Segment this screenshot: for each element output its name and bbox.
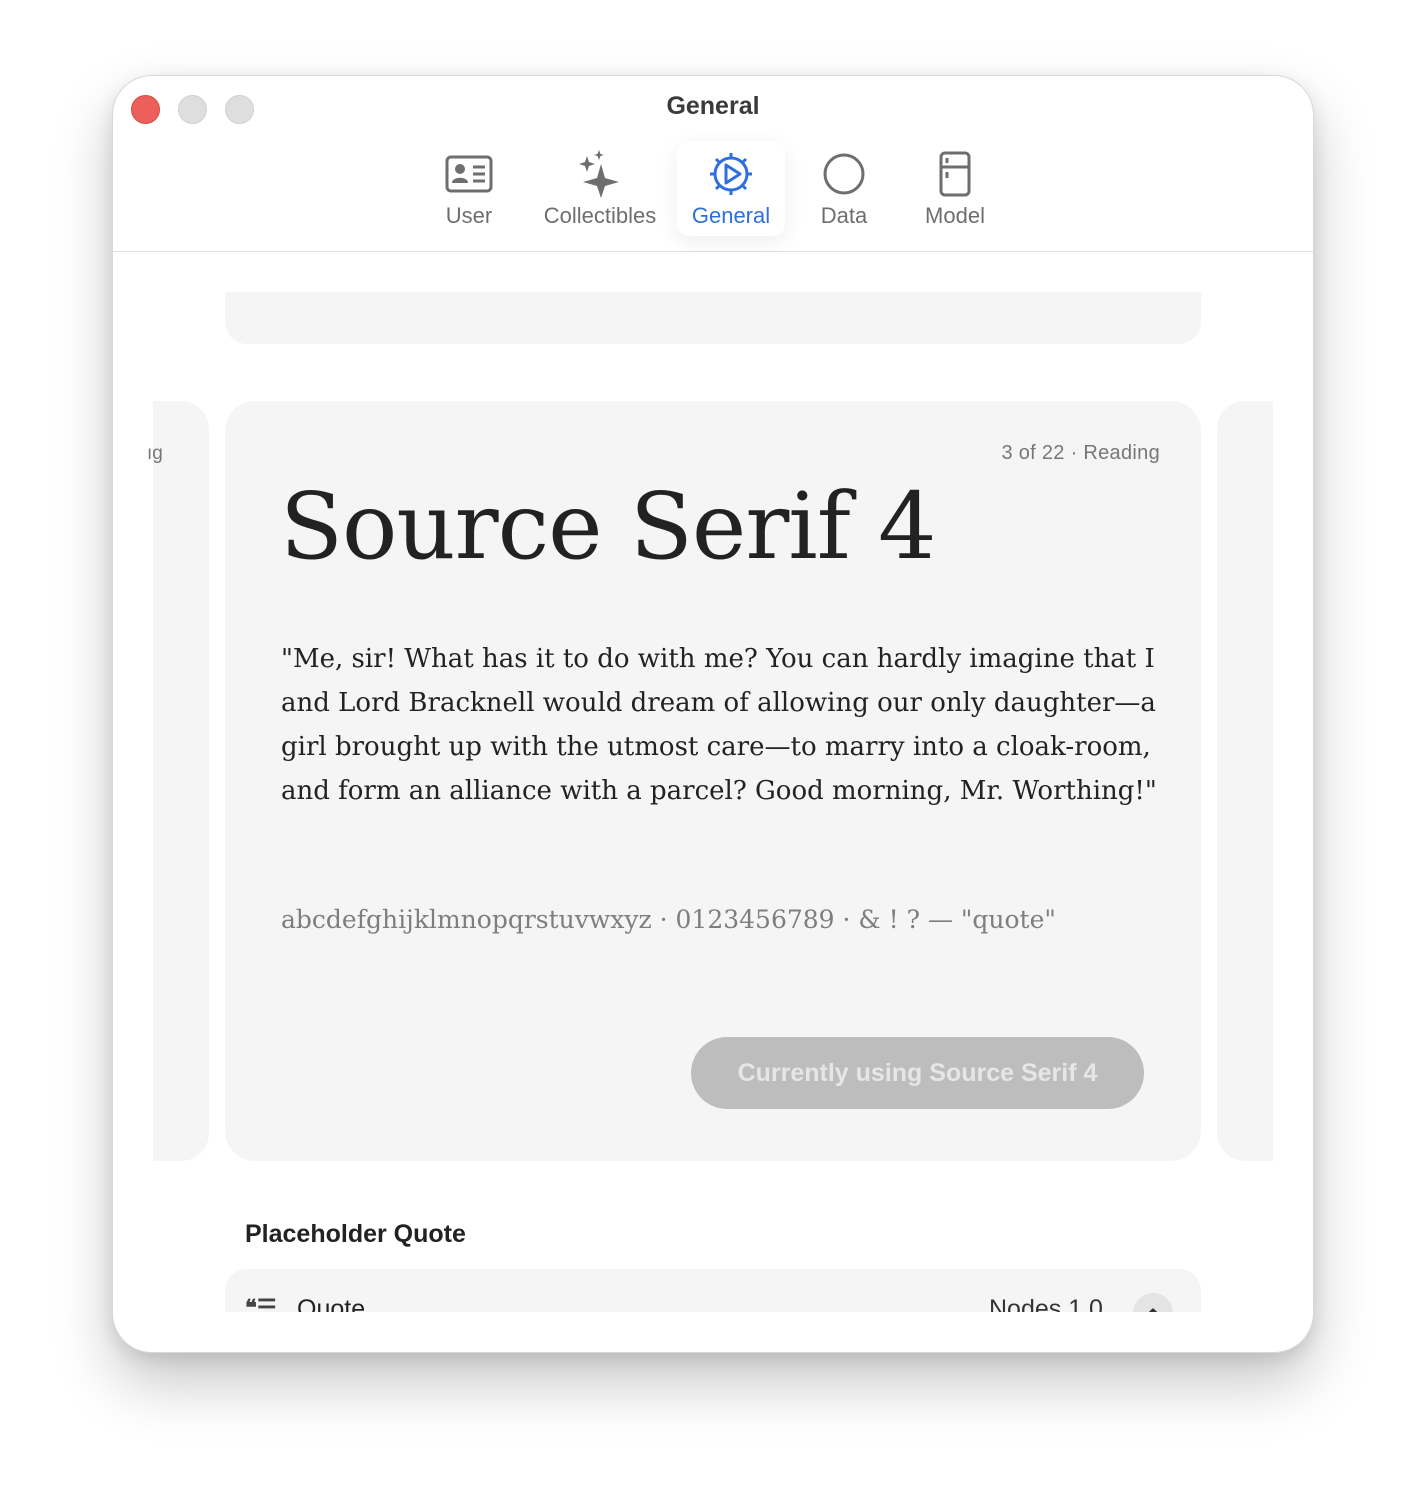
chevron-up-icon [1148,1308,1158,1312]
gear-icon [705,150,757,198]
previous-font-card[interactable]: ıg [147,401,209,1161]
font-position-meta: 3 of 22 · Reading [1001,442,1160,464]
id-card-icon [443,150,495,198]
tab-user-label: User [445,203,493,228]
font-name-heading: Source Serif 4 [280,473,937,580]
settings-window: General User Collectibles General Data M… [112,75,1314,1353]
tab-model-label: Model [925,203,985,228]
tab-user[interactable]: User [429,141,509,236]
previous-font-peek-text: ıg [147,443,163,464]
quote-row-label: Quote [297,1295,366,1312]
font-sample-paragraph: "Me, sir! What has it to do with me? You… [281,644,1157,806]
quote-row-value: Nodes 1.0 [989,1295,1103,1312]
font-preview-card: 3 of 22 · Reading Source Serif 4 "Me, si… [225,401,1201,1161]
previous-section-card [225,292,1201,344]
refrigerator-icon [929,150,981,198]
tab-data-label: Data [820,203,868,228]
tab-collectibles[interactable]: Collectibles [537,141,663,236]
font-character-set: abcdefghijklmnopqrstuvwxyz · 0123456789 … [281,905,1056,934]
tab-collectibles-label: Collectibles [543,203,657,228]
collapse-toggle-button[interactable] [1133,1293,1173,1312]
tab-model[interactable]: Model [913,141,997,236]
use-font-button[interactable]: Currently using Source Serif 4 [691,1037,1144,1109]
next-font-card[interactable] [1217,401,1273,1161]
tab-general[interactable]: General [677,141,785,236]
preferences-toolbar: User Collectibles General Data Model [113,140,1313,252]
tab-data[interactable]: Data [807,141,881,236]
placeholder-quote-row[interactable]: ❝☰ Quote Nodes 1.0 [225,1269,1201,1312]
circle-icon [818,150,870,198]
tab-general-label: General [691,203,771,228]
placeholder-quote-heading: Placeholder Quote [245,1220,466,1248]
quote-list-icon: ❝☰ [245,1295,277,1312]
general-settings-content[interactable]: ıg 3 of 22 · Reading Source Serif 4 "Me,… [113,252,1313,1312]
sparkles-icon [574,150,626,198]
window-title: General [666,92,760,120]
